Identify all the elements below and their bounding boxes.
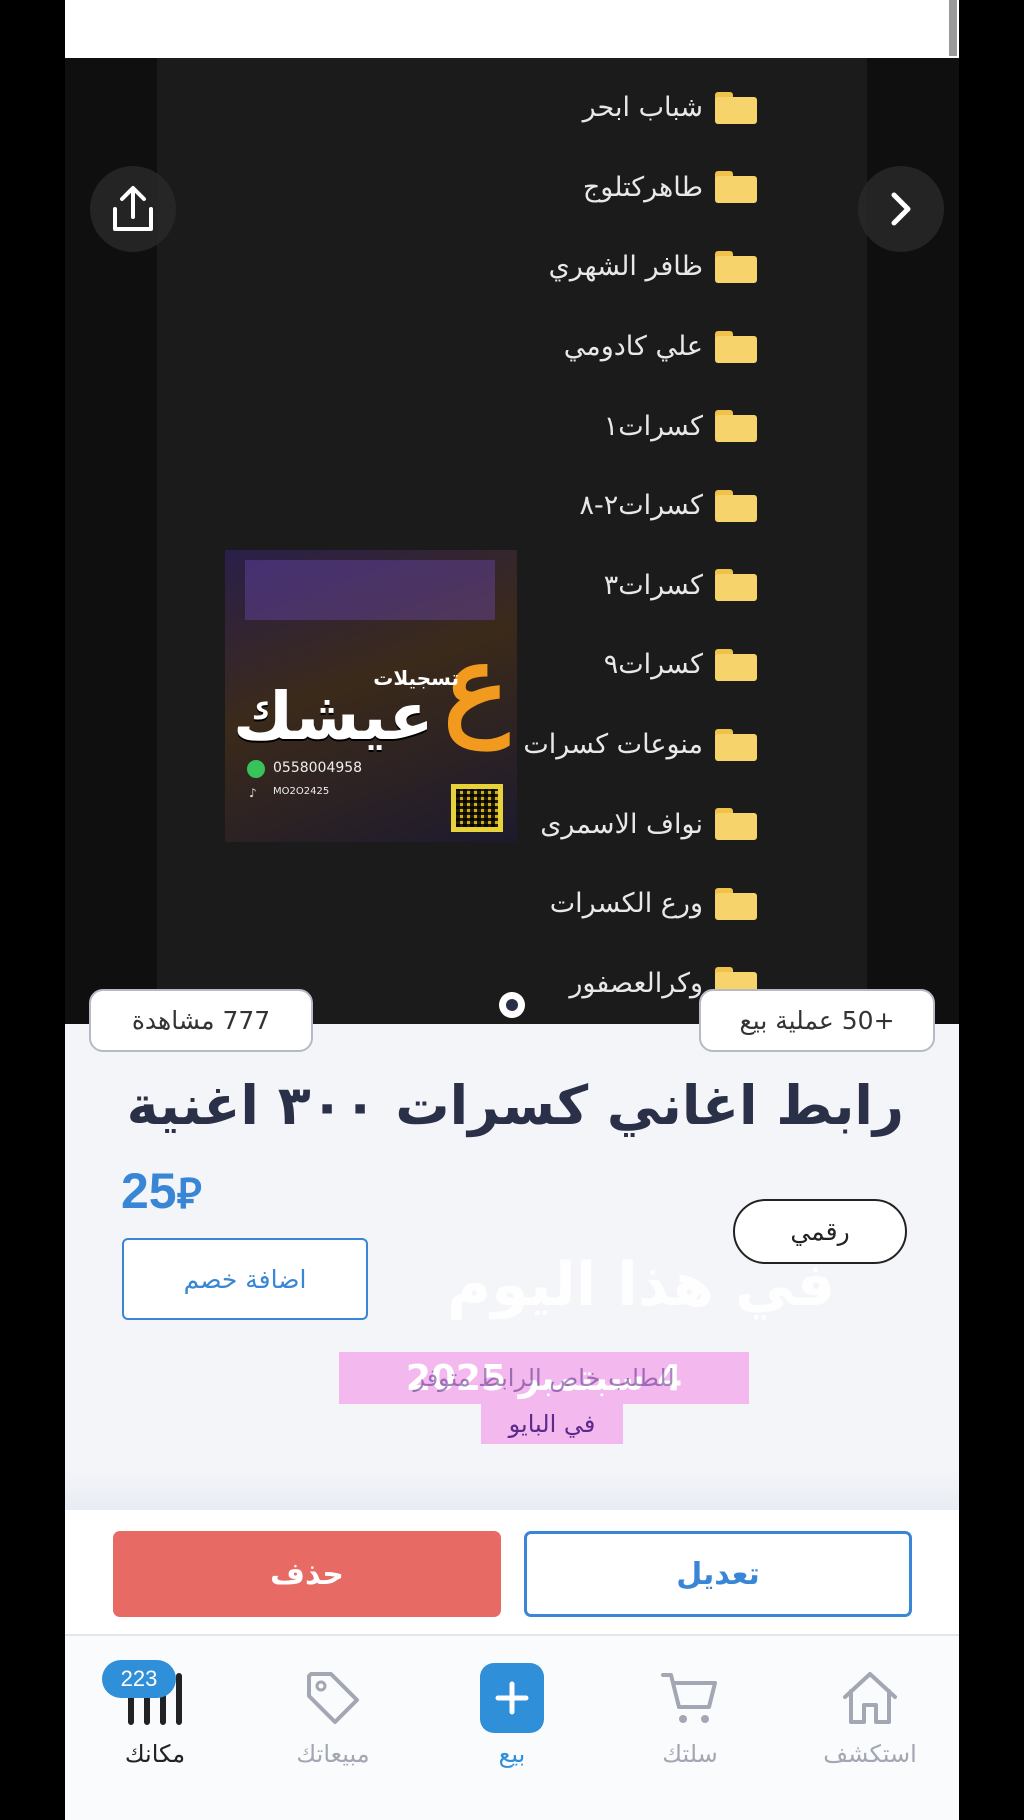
overlay-caption: للطلب خاص الرابط متوفر [413,1364,675,1392]
folder-icon [715,569,757,602]
logo-phone: 0558004958 [273,760,363,776]
folder-item: ظافر الشهري [337,227,757,307]
cart-icon [658,1666,722,1730]
carousel-indicator[interactable] [499,992,525,1018]
folder-icon [715,91,757,124]
chevron-right-icon [891,192,911,226]
folder-item: وكرالعصفور [337,944,757,1024]
folder-list: شباب ابحر طاهركتلوج ظافر الشهري علي كادو… [337,68,757,1023]
folder-icon [715,808,757,841]
app-screen: شباب ابحر طاهركتلوج ظافر الشهري علي كادو… [65,0,959,1820]
folder-icon [715,171,757,204]
folder-icon [715,330,757,363]
delete-button[interactable]: حذف [113,1531,501,1617]
logo-name: عيشك [233,678,436,755]
nav-sell-label: بيع [498,1740,526,1768]
nav-shop-label: مكانك [124,1740,186,1768]
add-icon [480,1663,544,1733]
nav-explore[interactable]: استكشف [785,1666,955,1786]
whatsapp-icon [247,760,265,778]
tag-icon [301,1666,365,1730]
shop-count-badge: 223 [102,1660,176,1698]
folder-item: كسرات٢-٨ [337,466,757,546]
nav-explore-label: استكشف [823,1740,917,1768]
share-icon [113,186,153,231]
logo-handle: MO2O2425 [273,786,330,797]
product-title: رابط اغاني كسرات ٣٠٠ اغنية [126,1074,904,1137]
share-button[interactable] [90,166,176,252]
nav-cart-label: سلتك [662,1740,718,1768]
currency-icon: ⃁ [176,1170,202,1217]
home-icon [838,1666,902,1730]
folder-icon [715,648,757,681]
edit-button[interactable]: تعديل [524,1531,912,1617]
folder-item: ورع الكسرات [337,864,757,944]
sales-badge: +50 عملية بيع [699,989,935,1052]
price-value: 25 [121,1163,177,1219]
folder-item: طاهركتلوج [337,148,757,228]
next-image-button[interactable] [858,166,944,252]
details-row [65,1470,959,1510]
nav-sell[interactable]: بيع [427,1663,597,1786]
folder-item: علي كادومي [337,307,757,387]
nav-shop[interactable]: 223 مكانك [70,1660,240,1786]
store-logo-image: ع تسجيلات عيشك 0558004958 ♪ MO2O2425 [225,550,517,842]
overlay-caption-2: في البايو [481,1404,623,1444]
carousel-dot [506,999,518,1011]
logo-glow [245,560,495,620]
folder-icon [715,728,757,761]
folder-icon [715,887,757,920]
folder-icon [715,410,757,443]
watermark-text: في هذا اليوم [447,1250,835,1320]
nav-cart[interactable]: سلتك [605,1666,775,1786]
nav-sales[interactable]: مبيعاتك [248,1666,418,1786]
product-price: 25⃁ [121,1162,206,1220]
qr-code-icon [451,784,503,832]
product-media[interactable]: شباب ابحر طاهركتلوج ظافر الشهري علي كادو… [65,58,959,1024]
screenshot-panel: شباب ابحر طاهركتلوج ظافر الشهري علي كادو… [157,58,867,1024]
action-bar: حذف تعديل [65,1510,959,1634]
folder-item: كسرات١ [337,386,757,466]
tiktok-icon: ♪ [249,786,257,800]
folder-icon [715,489,757,522]
views-badge: 777 مشاهدة [89,989,313,1052]
scrollbar[interactable] [949,0,957,56]
bottom-navigation: استكشف سلتك بيع مبيعاتك 223 مكانك [65,1634,959,1820]
folder-icon [715,250,757,283]
folder-item: شباب ابحر [337,68,757,148]
nav-sales-label: مبيعاتك [296,1740,370,1768]
top-bar [65,0,959,58]
